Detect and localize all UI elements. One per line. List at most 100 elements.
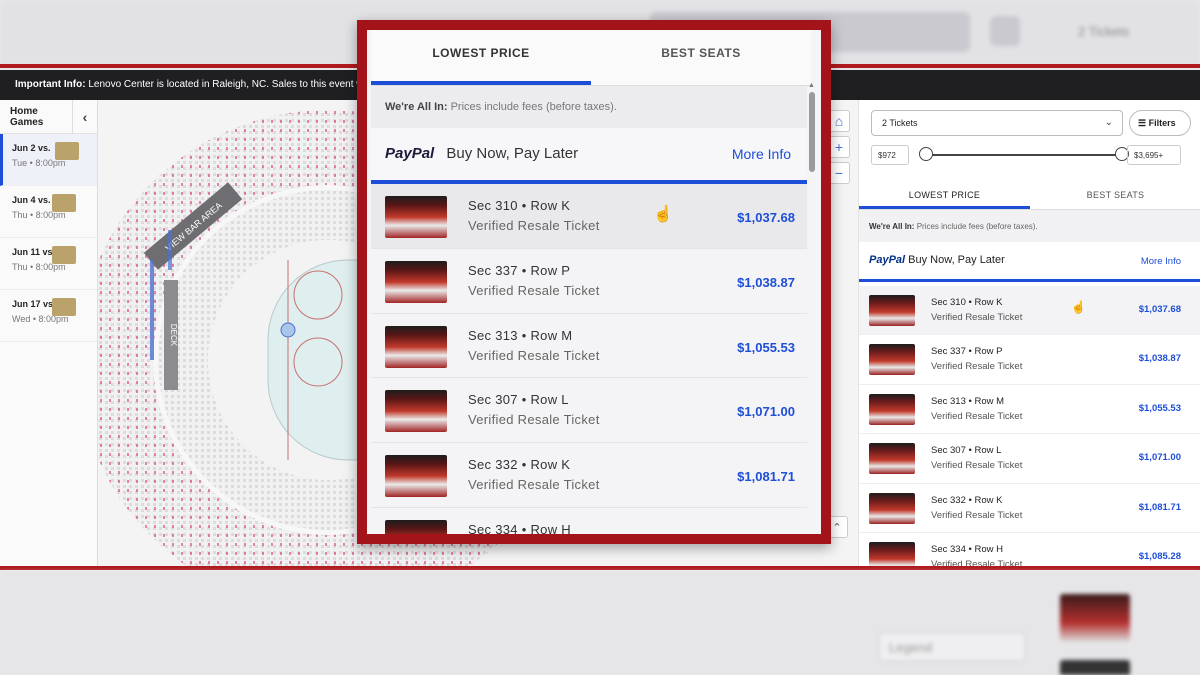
tab-lowest-price[interactable]: LOWEST PRICE: [859, 178, 1030, 209]
listing-section: Sec 307 • Row L: [931, 445, 1002, 457]
seat-view-thumbnail: [385, 260, 447, 303]
price-slider-min-handle[interactable]: [919, 147, 933, 161]
zoom-fees-notice: We're All In: Prices include fees (befor…: [371, 86, 807, 128]
listing-row[interactable]: Sec 310 • Row K Verified Resale Ticket $…: [859, 286, 1200, 336]
listing-section: Sec 313 • Row M: [931, 395, 1005, 407]
scroll-up-icon[interactable]: ▲: [808, 82, 815, 89]
zoom-in-icon[interactable]: +: [828, 136, 850, 158]
listing-type: Verified Resale Ticket: [931, 361, 1023, 373]
zoom-scrollbar[interactable]: ▲ ▼: [808, 82, 815, 541]
map-label-deck: DECK: [169, 324, 178, 347]
zoom-notice-bold: We're All In:: [385, 101, 448, 113]
listing-price: $1,071.00: [737, 404, 795, 420]
zoom-tab-best-seats[interactable]: BEST SEATS: [591, 30, 811, 85]
blurred-footer: Legend: [0, 572, 1200, 675]
game-item[interactable]: Jun 17 vs. Wed • 8:00pm: [0, 290, 97, 342]
chevron-down-icon: ⌄: [1104, 117, 1113, 128]
frame-line-bottom: [0, 566, 1200, 570]
zoom-listing-row[interactable]: Sec 337 • Row P Verified Resale Ticket $…: [371, 249, 807, 314]
zoom-listing-list: Sec 310 • Row K Verified Resale Ticket $…: [371, 184, 807, 537]
listing-type: Verified Resale Ticket: [468, 347, 600, 363]
seat-view-thumbnail: [385, 455, 447, 498]
listing-price: $1,038.87: [737, 274, 795, 290]
listings-panel: 2 Tickets ⌄ ☰ Filters $972 $3,695+ LOWES…: [858, 100, 1200, 568]
zoom-listing-row[interactable]: Sec 307 • Row L Verified Resale Ticket $…: [371, 378, 807, 444]
zoom-listing-row[interactable]: Sec 332 • Row K Verified Resale Ticket $…: [371, 443, 807, 508]
seat-view-thumbnail: [385, 519, 447, 534]
zoom-sort-tabs: LOWEST PRICE BEST SEATS: [371, 30, 811, 86]
scrollbar-thumb[interactable]: [809, 92, 815, 172]
listing-row[interactable]: Sec 313 • Row M Verified Resale Ticket $…: [859, 385, 1200, 435]
zoom-listing-row[interactable]: Sec 313 • Row M Verified Resale Ticket $…: [371, 314, 807, 379]
listing-row[interactable]: Sec 337 • Row P Verified Resale Ticket $…: [859, 335, 1200, 385]
team-logo-icon: [52, 194, 76, 212]
listing-type: Verified Resale Ticket: [468, 477, 600, 493]
price-max-field[interactable]: $3,695+: [1127, 145, 1181, 165]
zoomed-listings-callout: LOWEST PRICE BEST SEATS We're All In: Pr…: [357, 20, 831, 544]
blurred-tickets-label: 2 Tickets: [1078, 24, 1130, 39]
listing-price: $1,085.28: [1138, 550, 1181, 562]
paypal-text: Buy Now, Pay Later: [908, 254, 1005, 266]
listing-section: Sec 313 • Row M: [468, 327, 573, 343]
game-item[interactable]: Jun 4 vs. Thu • 8:00pm: [0, 186, 97, 238]
listing-type: Verified Resale Ticket: [931, 410, 1023, 422]
listing-type: Verified Resale Ticket: [468, 282, 600, 298]
ticket-quantity-select[interactable]: 2 Tickets ⌄: [871, 110, 1123, 136]
listing-section: Sec 334 • Row H: [931, 543, 1003, 555]
team-logo-icon: [52, 246, 76, 264]
team-logo-icon: [55, 142, 79, 160]
zoom-paypal-banner: PayPal Buy Now, Pay Later More Info: [371, 128, 807, 184]
listing-price: $1,037.68: [737, 210, 795, 225]
listing-type: Verified Resale Ticket: [468, 412, 600, 428]
zoom-paypal-text: Buy Now, Pay Later: [446, 145, 579, 162]
seat-view-thumbnail: [385, 325, 447, 368]
listing-row[interactable]: Sec 332 • Row K Verified Resale Ticket $…: [859, 484, 1200, 533]
listing-price: $1,071.00: [1138, 452, 1181, 464]
notice-bold: We're All In:: [869, 222, 915, 231]
seat-view-thumbnail: [869, 393, 915, 425]
legend-button: Legend: [878, 632, 1026, 662]
listing-section: Sec 337 • Row P: [931, 346, 1003, 358]
paypal-more-info-link[interactable]: More Info: [1141, 256, 1181, 267]
listing-section: Sec 337 • Row P: [468, 262, 571, 278]
game-item[interactable]: Jun 11 vs. Thu • 8:00pm: [0, 238, 97, 290]
zoom-out-icon[interactable]: −: [828, 162, 850, 184]
paypal-banner: PayPal Buy Now, Pay Later More Info: [859, 242, 1200, 282]
listing-price: $1,081.71: [1138, 501, 1181, 513]
zoom-tab-lowest-price[interactable]: LOWEST PRICE: [371, 30, 591, 85]
notice-text: Prices include fees (before taxes).: [916, 222, 1038, 231]
fees-notice: We're All In: Prices include fees (befor…: [859, 210, 1200, 242]
listing-row[interactable]: Sec 334 • Row H Verified Resale Ticket $…: [859, 533, 1200, 568]
game-item[interactable]: Jun 2 vs. Tue • 8:00pm: [0, 134, 97, 186]
chevron-left-icon[interactable]: ‹: [71, 99, 97, 134]
zoom-paypal-logo: PayPal: [385, 145, 435, 162]
zoom-paypal-more-info-link[interactable]: More Info: [732, 146, 791, 162]
map-controls: ⌂ + −: [828, 110, 850, 184]
listing-row[interactable]: Sec 307 • Row L Verified Resale Ticket $…: [859, 434, 1200, 484]
seat-view-thumbnail: [385, 196, 447, 238]
blurred-thumbnail: [1060, 594, 1130, 642]
listing-type: Verified Resale Ticket: [468, 218, 600, 233]
sliders-icon: ☰: [1138, 118, 1147, 128]
blurred-icon: [990, 16, 1020, 46]
price-min-field[interactable]: $972: [871, 145, 909, 165]
info-text: Lenovo Center is located in Raleigh, NC.…: [88, 79, 385, 90]
home-icon[interactable]: ⌂: [828, 110, 850, 132]
zoom-listing-row[interactable]: Sec 334 • Row H Verified Resale Ticket $…: [371, 508, 807, 537]
seat-view-thumbnail: [869, 295, 915, 326]
hand-cursor-icon: ☝: [653, 206, 673, 223]
tab-best-seats[interactable]: BEST SEATS: [1030, 178, 1200, 209]
price-slider[interactable]: [925, 154, 1121, 156]
scroll-down-icon[interactable]: ▼: [808, 534, 815, 541]
listing-price: $1,037.68: [1138, 304, 1181, 315]
listing-section: Sec 334 • Row H: [468, 521, 571, 537]
quantity-value: 2 Tickets: [882, 118, 918, 128]
sort-tabs: LOWEST PRICE BEST SEATS: [859, 178, 1200, 210]
seat-view-thumbnail: [869, 541, 915, 568]
listing-section: Sec 307 • Row L: [468, 392, 569, 408]
listing-price: $1,081.71: [737, 469, 795, 485]
listing-section: Sec 332 • Row K: [468, 457, 571, 473]
listing-section: Sec 332 • Row K: [931, 494, 1003, 506]
filters-button[interactable]: ☰ Filters: [1129, 110, 1191, 136]
zoom-listing-row[interactable]: Sec 310 • Row K Verified Resale Ticket $…: [371, 184, 807, 249]
